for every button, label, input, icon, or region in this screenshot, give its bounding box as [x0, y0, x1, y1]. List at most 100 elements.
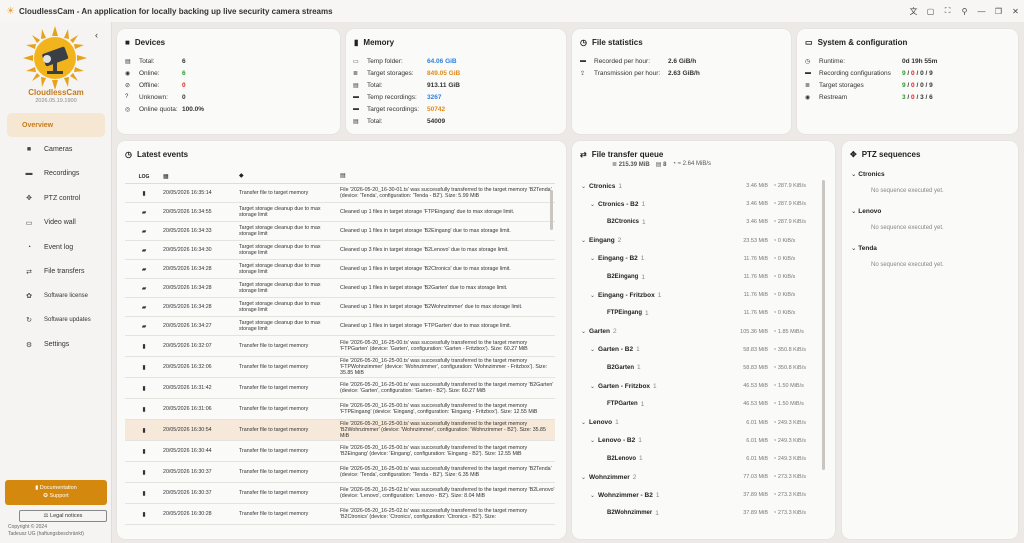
- sidebar-item-event-log[interactable]: ◔ Event log: [7, 235, 105, 259]
- translate-icon[interactable]: 文: [905, 0, 922, 22]
- tree-item[interactable]: B2Eingang 1 11.76 MiB ◔ 0 KiB/s: [578, 268, 818, 286]
- fullscreen-icon[interactable]: ⛶: [939, 0, 956, 22]
- chevron-down-icon[interactable]: ⌄: [590, 292, 595, 299]
- tree-item[interactable]: B2Wohnzimmer 1 37.89 MiB ◔ 273.3 KiB/s: [578, 504, 818, 522]
- ptz-group-ctronics[interactable]: ⌄ Ctronics: [851, 170, 885, 178]
- tree-item[interactable]: ⌄ Lenovo 1 6.01 MiB ◔ 249.3 KiB/s: [578, 413, 818, 431]
- minimize-icon[interactable]: —: [973, 0, 990, 22]
- date-column-header[interactable]: ▦: [163, 173, 239, 180]
- tree-item-speed: ◔ 1.50 MiB/s: [773, 383, 804, 389]
- sticky-icon[interactable]: ▢: [922, 0, 939, 22]
- sidebar-item-ptz-control[interactable]: ✥ PTZ control: [7, 186, 105, 210]
- devices-online-value: 6: [182, 69, 186, 77]
- message-icon: ▤: [340, 173, 346, 180]
- clock-icon: ◷: [805, 58, 811, 65]
- chevron-down-icon[interactable]: ⌄: [581, 183, 586, 190]
- chevron-down-icon[interactable]: ⌄: [590, 437, 595, 444]
- chevron-down-icon[interactable]: ⌄: [581, 419, 586, 426]
- table-row[interactable]: ▰ 20/05/2026 16:34:28 Target storage clean…: [125, 260, 555, 279]
- sidebar-item-overview[interactable]: Overview: [7, 113, 105, 138]
- table-row[interactable]: ▰ 20/05/2026 16:34:28 Target storage clean…: [125, 298, 555, 317]
- table-row[interactable]: ▮ 20/05/2026 16:30:37 Transfer file to tar…: [125, 483, 555, 504]
- log-column-header[interactable]: LOG: [125, 174, 163, 180]
- tree-item-count: 1: [642, 218, 646, 226]
- table-row[interactable]: ▮ 20/05/2026 16:30:37 Transfer file to tar…: [125, 462, 555, 483]
- ptz-group-tenda[interactable]: ⌄ Tenda: [851, 244, 877, 252]
- documentation-support-button[interactable]: ▮ Documentation ✪ Support: [5, 480, 107, 505]
- sidebar-item-label: File transfers: [44, 268, 85, 276]
- events-scrollbar[interactable]: [550, 190, 553, 230]
- tree-item[interactable]: B2Ctronics 1 3.46 MiB ◔ 287.9 KiB/s: [578, 213, 818, 231]
- tree-item-speed-value: 273.3 KiB/s: [777, 474, 806, 481]
- tree-item[interactable]: ⌄ Eingang - Fritzbox 1 11.76 MiB ◔ 0 KiB/s: [578, 286, 818, 304]
- file-queue-scrollbar[interactable]: [822, 180, 825, 470]
- total-size: 215.39 MiB: [618, 162, 650, 168]
- legal-notices-button[interactable]: ⚖ Legal notices: [19, 510, 107, 522]
- table-row[interactable]: ▮ 20/05/2026 16:31:06 Transfer file to tar…: [125, 399, 555, 420]
- close-icon[interactable]: ✕: [1007, 0, 1024, 22]
- restore-icon[interactable]: ❐: [990, 0, 1007, 22]
- table-row[interactable]: ▰ 20/05/2026 16:34:27 Target storage clean…: [125, 317, 555, 336]
- message-column-header[interactable]: ▤: [340, 173, 555, 179]
- tree-item[interactable]: ⌄ Eingang - B2 1 11.76 MiB ◔ 0 KiB/s: [578, 250, 818, 268]
- tree-item-speed: ◔ 287.9 KiB/s: [773, 219, 806, 225]
- sidebar-item-label: Software updates: [44, 317, 91, 324]
- event-date: 20/05/2026 16:30:44: [163, 448, 212, 454]
- chevron-down-icon[interactable]: ⌄: [590, 383, 595, 390]
- type-column-header[interactable]: ◆: [239, 173, 340, 179]
- count-active: 9: [902, 69, 906, 77]
- ptz-group-lenovo[interactable]: ⌄ Lenovo: [851, 207, 881, 215]
- chevron-down-icon[interactable]: ⌄: [581, 474, 586, 481]
- kv-label: Target storages: [819, 81, 864, 89]
- table-row[interactable]: ▮ 20/05/2026 16:32:07 Transfer file to tar…: [125, 336, 555, 357]
- table-row[interactable]: ▮ 20/05/2026 16:30:54 Transfer file to tar…: [125, 420, 555, 441]
- percent-icon: ◎: [125, 106, 131, 113]
- tree-item[interactable]: ⌄ Wohnzimmer 2 77.03 MiB ◔ 273.3 KiB/s: [578, 468, 818, 486]
- table-row[interactable]: ▮ 20/05/2026 16:35:14 Transfer file to tar…: [125, 184, 555, 203]
- tree-item[interactable]: ⌄ Eingang 2 23.53 MiB ◔ 0 KiB/s: [578, 232, 818, 250]
- table-row[interactable]: ▰ 20/05/2026 16:34:30 Target storage clean…: [125, 241, 555, 260]
- memory-target-storages: ≣ Target storages:: [353, 68, 414, 78]
- chevron-down-icon[interactable]: ⌄: [590, 346, 595, 353]
- tree-item[interactable]: ⌄ Ctronics - B2 1 3.46 MiB ◔ 287.9 KiB/s: [578, 195, 818, 213]
- tree-item-count: 1: [640, 255, 645, 263]
- sidebar-item-label: PTZ control: [44, 194, 81, 202]
- tree-item[interactable]: ⌄ Ctronics 1 3.46 MiB ◔ 287.9 KiB/s: [578, 177, 818, 195]
- pin-icon[interactable]: ⚲: [956, 0, 973, 22]
- tree-item[interactable]: FTPEingang 1 11.76 MiB ◔ 0 KiB/s: [578, 304, 818, 322]
- table-row[interactable]: ▮ 20/05/2026 16:30:28 Transfer file to tar…: [125, 504, 555, 525]
- chevron-down-icon[interactable]: ⌄: [590, 255, 595, 262]
- collapse-sidebar-icon[interactable]: ‹: [95, 30, 98, 40]
- tree-item[interactable]: ⌄ Garten 2 105.36 MiB ◔ 1.85 MiB/s: [578, 323, 818, 341]
- chevron-down-icon[interactable]: ⌄: [590, 492, 595, 499]
- tree-item[interactable]: B2Garten 1 58.83 MiB ◔ 350.8 KiB/s: [578, 359, 818, 377]
- devices-offline: ⊘ Offline:: [125, 80, 159, 90]
- sidebar-item-file-transfers[interactable]: ⇄ File transfers: [7, 259, 105, 283]
- sidebar-item-recordings[interactable]: ▬ Recordings: [7, 162, 105, 186]
- tree-item[interactable]: B2Lenovo 1 6.01 MiB ◔ 249.3 KiB/s: [578, 450, 818, 468]
- chevron-down-icon[interactable]: ⌄: [581, 237, 586, 244]
- tree-item[interactable]: ⌄ Wohnzimmer - B2 1 37.89 MiB ◔ 273.3 KiB/s: [578, 486, 818, 504]
- chevron-down-icon[interactable]: ⌄: [590, 201, 595, 208]
- tree-item-speed-value: 1.85 MiB/s: [777, 328, 804, 335]
- sidebar-item-cameras[interactable]: ■ Cameras: [7, 137, 105, 161]
- tree-item[interactable]: ⌄ Garten - B2 1 58.83 MiB ◔ 350.8 KiB/s: [578, 341, 818, 359]
- table-row[interactable]: ▮ 20/05/2026 16:31:42 Transfer file to tar…: [125, 378, 555, 399]
- sidebar-item-software-license[interactable]: ✿ Software license: [7, 284, 105, 308]
- sidebar-item-label: Overview: [22, 121, 54, 129]
- tree-item[interactable]: ⌄ Garten - Fritzbox 1 46.53 MiB ◔ 1.50 MiB/s: [578, 377, 818, 395]
- app-version: 2026.05.19.1900: [35, 98, 77, 104]
- tree-item[interactable]: ⌄ Lenovo - B2 1 6.01 MiB ◔ 249.3 KiB/s: [578, 432, 818, 450]
- table-row[interactable]: ▰ 20/05/2026 16:34:28 Target storage clean…: [125, 279, 555, 298]
- chevron-down-icon[interactable]: ⌄: [581, 328, 586, 335]
- table-row[interactable]: ▰ 20/05/2026 16:34:55 Target storage clean…: [125, 203, 555, 222]
- sidebar-item-video-wall[interactable]: ▭ Video wall: [7, 211, 105, 235]
- table-row[interactable]: ▮ 20/05/2026 16:32:06 Transfer file to tar…: [125, 357, 555, 378]
- tree-item[interactable]: FTPGarten 1 46.53 MiB ◔ 1.50 MiB/s: [578, 395, 818, 413]
- tree-item-count: 1: [655, 509, 659, 517]
- table-row[interactable]: ▰ 20/05/2026 16:34:33 Target storage clean…: [125, 222, 555, 241]
- table-row[interactable]: ▮ 20/05/2026 16:30:44 Transfer file to tar…: [125, 441, 555, 462]
- event-type: Transfer file to target memory: [239, 363, 309, 370]
- sidebar-item-software-updates[interactable]: ↻ Software updates: [7, 308, 105, 332]
- sidebar-item-settings[interactable]: ⚙ Settings: [7, 333, 105, 357]
